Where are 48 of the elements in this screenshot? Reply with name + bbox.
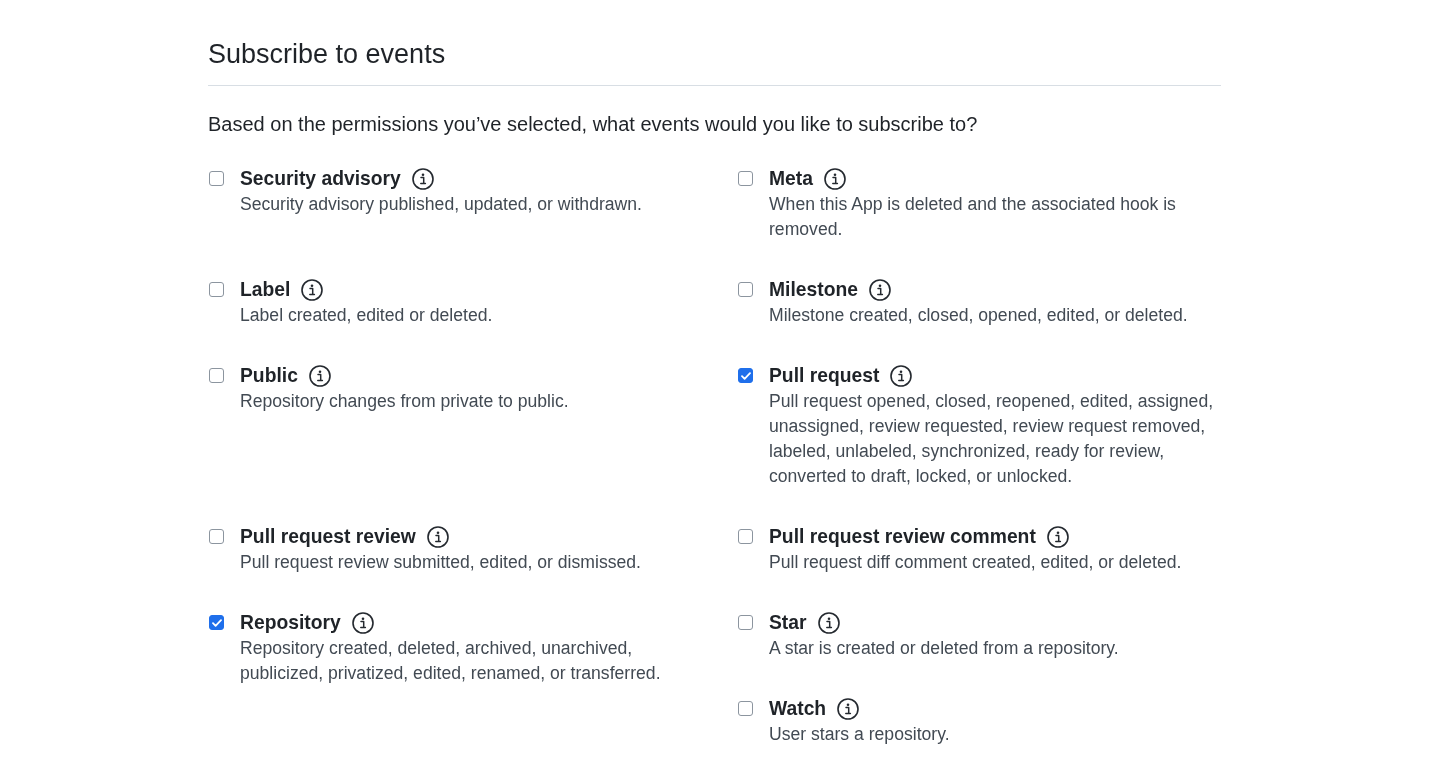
event-description: A star is created or deleted from a repository. [769, 637, 1120, 660]
info-icon[interactable] [411, 167, 434, 190]
event-description: Pull request diff comment created, edited, or deleted. [769, 551, 1183, 574]
event-title: Repository [240, 611, 341, 635]
info-icon[interactable] [837, 697, 860, 720]
info-icon[interactable] [868, 278, 891, 301]
info-icon[interactable] [308, 364, 331, 387]
event-description: When this App is deleted and the associated hook is removed. [769, 193, 1177, 241]
event-description: Repository created, deleted, archived, unarchived, publicized, privatized, edited, renamed, or transferred. [240, 637, 662, 685]
check-icon [211, 618, 222, 627]
info-icon[interactable] [301, 278, 324, 301]
section-heading: Subscribe to events [208, 38, 446, 70]
section-prompt: Based on the permissions you’ve selected, what events would you like to subscribe to? [208, 112, 978, 137]
info-icon[interactable] [426, 525, 449, 548]
event-title: Security advisory [240, 167, 401, 191]
checkbox[interactable] [738, 171, 753, 186]
checkbox[interactable] [209, 529, 224, 544]
event-title: Watch [769, 697, 827, 721]
event-description: Security advisory published, updated, or withdrawn. [240, 193, 643, 216]
event-title: Label [240, 278, 291, 302]
info-icon[interactable] [890, 364, 913, 387]
checkbox[interactable] [738, 282, 753, 297]
checkbox[interactable] [209, 171, 224, 186]
event-title: Pull request [769, 364, 880, 388]
checkbox[interactable] [738, 368, 753, 383]
info-icon[interactable] [1046, 525, 1069, 548]
event-description: Repository changes from private to public. [240, 390, 570, 413]
event-title: Public [240, 364, 298, 388]
event-description: User stars a repository. [769, 723, 951, 746]
event-title: Pull request review [240, 525, 416, 549]
info-icon[interactable] [817, 611, 840, 634]
event-title: Star [769, 611, 807, 635]
event-title: Meta [769, 167, 813, 191]
event-title: Pull request review comment [769, 525, 1036, 549]
checkbox[interactable] [209, 615, 224, 630]
event-description: Label created, edited or deleted. [240, 304, 494, 327]
checkbox[interactable] [738, 529, 753, 544]
info-icon[interactable] [823, 167, 846, 190]
checkbox[interactable] [738, 701, 753, 716]
event-description: Pull request opened, closed, reopened, edited, assigned, unassigned, review requested, review request removed, labeled, unlabeled, synchronized, ready for review, converted to draft, locked, or unlocked. [769, 390, 1215, 488]
info-icon[interactable] [351, 611, 374, 634]
checkbox[interactable] [209, 282, 224, 297]
event-description: Pull request review submitted, edited, or dismissed. [240, 551, 642, 574]
checkbox[interactable] [209, 368, 224, 383]
check-icon [740, 371, 751, 380]
checkbox[interactable] [738, 615, 753, 630]
event-description: Milestone created, closed, opened, edited, or deleted. [769, 304, 1189, 327]
event-title: Milestone [769, 278, 858, 302]
